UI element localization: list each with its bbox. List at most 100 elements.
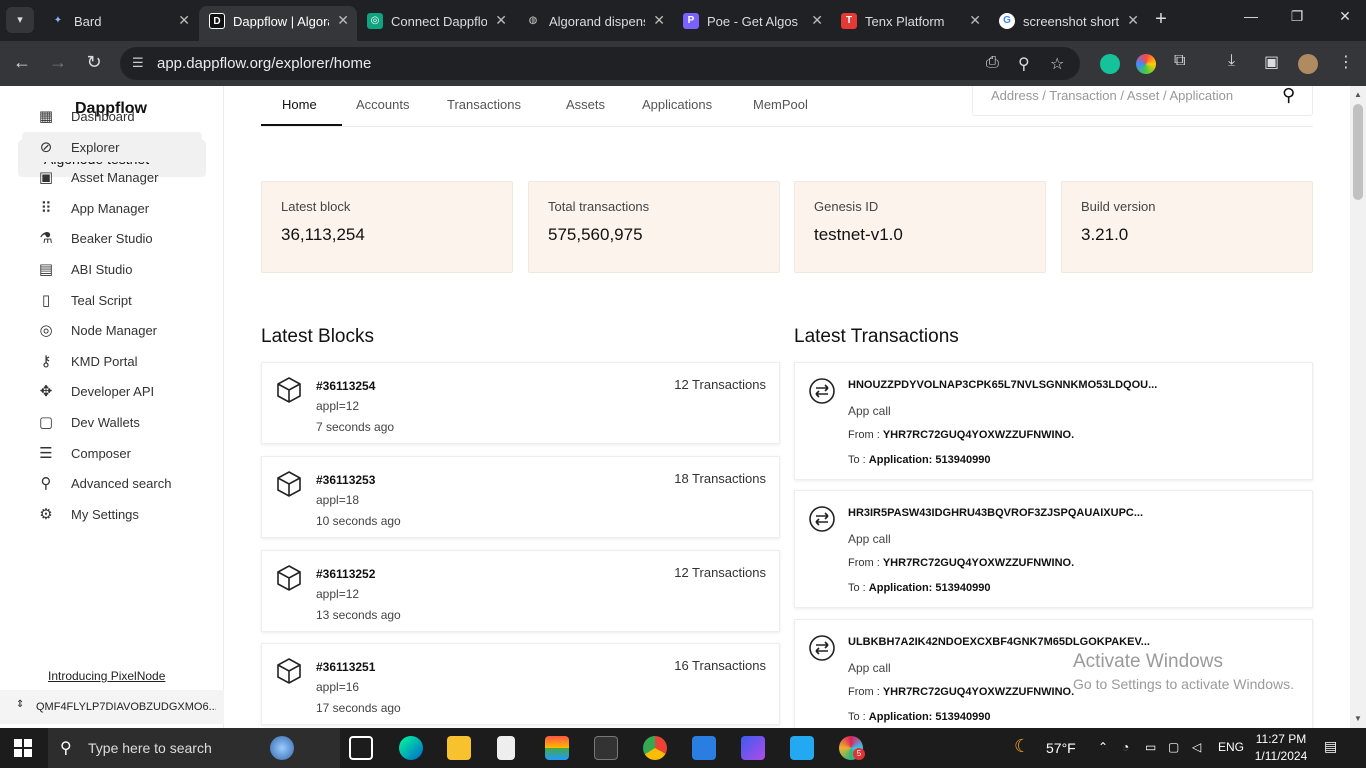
close-icon[interactable]: ✕	[811, 12, 823, 29]
sidebar-item-explorer[interactable]: ⊘ Explorer	[22, 132, 202, 162]
tab-home[interactable]: Home	[282, 97, 317, 112]
block-number[interactable]: #36113253	[316, 473, 375, 487]
transaction-id[interactable]: ULBKBH7A2IK42NDOEXCXBF4GNK7M65DLGOKPAKEV…	[848, 636, 1160, 648]
forward-button[interactable]: →	[46, 52, 70, 73]
back-button[interactable]: ←	[10, 52, 34, 73]
reload-button[interactable]: ↻	[82, 52, 106, 73]
edge-icon[interactable]	[399, 736, 423, 760]
minimize-button[interactable]: —	[1236, 8, 1266, 24]
chevron-up-icon[interactable]: ⌃	[1098, 740, 1108, 754]
zoom-icon[interactable]: ⚲	[1018, 54, 1030, 74]
sidebar-item-advanced-search[interactable]: ⚲ Advanced search	[22, 468, 202, 498]
scroll-down-arrow-icon[interactable]: ▼	[1354, 714, 1362, 723]
introducing-pixelnode-link[interactable]: Introducing PixelNode	[48, 669, 165, 683]
chrome-icon[interactable]	[643, 736, 667, 760]
search-icon[interactable]: ⚲	[1282, 86, 1295, 106]
file-explorer-icon[interactable]	[447, 736, 471, 760]
sidebar-item-dev-wallets[interactable]: ▢ Dev Wallets	[22, 407, 202, 437]
copilot-icon[interactable]	[741, 736, 765, 760]
task-view-icon[interactable]	[349, 736, 373, 760]
browser-tab[interactable]: ✦ Bard ✕	[40, 6, 198, 41]
taskbar-clock[interactable]: 11:27 PM 1/11/2024	[1253, 731, 1309, 765]
mail-icon[interactable]	[692, 736, 716, 760]
transaction-id[interactable]: HR3IR5PASW43IDGHRU43BQVROF3ZJSPQAUAIXUPC…	[848, 507, 1160, 519]
to-application[interactable]: Application: 513940990	[869, 582, 991, 594]
browser-tab[interactable]: G screenshot shortcut ✕	[989, 6, 1147, 41]
profile-avatar[interactable]	[1298, 54, 1318, 74]
side-panel-icon[interactable]: ▣	[1264, 52, 1279, 72]
sidebar-item-my-settings[interactable]: ⚙ My Settings	[22, 499, 202, 529]
install-app-icon[interactable]: ⎙	[986, 54, 999, 72]
sidebar-item-composer[interactable]: ☰ Composer	[22, 438, 202, 468]
close-icon[interactable]: ✕	[1127, 12, 1139, 29]
block-card[interactable]: #36113254 appl=12 7 seconds ago 12 Transact…	[261, 362, 780, 444]
close-icon[interactable]: ✕	[653, 12, 665, 29]
color-extension-icon[interactable]	[1136, 54, 1156, 74]
transaction-id[interactable]: HNOUZZPDYVOLNAP3CPK65L7NVLSGNNKMO53LDQOU…	[848, 379, 1160, 391]
browser-tab[interactable]: ◍ Algorand dispenser ✕	[515, 6, 673, 41]
sidebar-item-abi-studio[interactable]: ▤ ABI Studio	[22, 254, 202, 284]
page-scrollbar[interactable]: ▲ ▼	[1350, 86, 1366, 728]
scroll-thumb[interactable]	[1353, 104, 1363, 200]
notifications-icon[interactable]: ▤	[1324, 738, 1337, 755]
windows-start-icon[interactable]	[14, 739, 32, 757]
block-number[interactable]: #36113251	[316, 660, 375, 674]
block-number[interactable]: #36113252	[316, 567, 375, 581]
block-card[interactable]: #36113252 appl=12 13 seconds ago 12 Transac…	[261, 550, 780, 632]
connected-account[interactable]: ⇕ QMF4FLYLP7DIAVOBZUDGXMO6...	[0, 690, 224, 724]
address-bar[interactable]: ☰ app.dappflow.org/explorer/home ⎙ ⚲ ☆	[120, 47, 1080, 80]
window-close-button[interactable]: ✕	[1330, 8, 1360, 25]
network-icon[interactable]: ◔	[1122, 740, 1129, 754]
scroll-up-arrow-icon[interactable]: ▲	[1354, 90, 1362, 99]
tab-assets[interactable]: Assets	[566, 97, 605, 112]
sidebar-item-developer-api[interactable]: ✥ Developer API	[22, 376, 202, 406]
sidebar-item-teal-script[interactable]: ▯ Teal Script	[22, 285, 202, 315]
sidebar-item-beaker-studio[interactable]: ⚗ Beaker Studio	[22, 223, 202, 253]
to-application[interactable]: Application: 513940990	[869, 711, 991, 723]
from-address[interactable]: YHR7RC72GUQ4YOXWZZUFNWINO...	[883, 557, 1074, 569]
transaction-card[interactable]: HR3IR5PASW43IDGHRU43BQVROF3ZJSPQAUAIXUPC…	[794, 490, 1313, 608]
volume-icon[interactable]: ◁	[1192, 740, 1201, 754]
site-info-icon[interactable]: ☰	[132, 55, 144, 71]
block-card[interactable]: #36113251 appl=16 17 seconds ago 16 Transac…	[261, 643, 780, 725]
weather-temperature[interactable]: 57°F	[1046, 740, 1076, 756]
block-card[interactable]: #36113253 appl=18 10 seconds ago 18 Transac…	[261, 456, 780, 538]
close-icon[interactable]: ✕	[969, 12, 981, 29]
sidebar-item-dashboard[interactable]: ▦ Dashboard	[22, 101, 202, 131]
from-address[interactable]: YHR7RC72GUQ4YOXWZZUFNWINO...	[883, 429, 1074, 441]
close-icon[interactable]: ✕	[178, 12, 190, 29]
stat-value[interactable]: 36,113,254	[281, 225, 365, 245]
weather-moon-icon[interactable]: ☾	[1014, 736, 1030, 757]
taskbar-search-box[interactable]: ⚲ Type here to search	[48, 728, 340, 768]
store-icon[interactable]	[545, 736, 569, 760]
url-text[interactable]: app.dappflow.org/explorer/home	[157, 55, 371, 72]
browser-tab[interactable]: ◎ Connect Dappflow ✕	[357, 6, 515, 41]
sidebar-item-app-manager[interactable]: ⠿ App Manager	[22, 193, 202, 223]
transaction-card[interactable]: HNOUZZPDYVOLNAP3CPK65L7NVLSGNNKMO53LDQOU…	[794, 362, 1313, 480]
browser-tab[interactable]: P Poe - Get Algos ✕	[673, 6, 831, 41]
block-number[interactable]: #36113254	[316, 379, 375, 393]
sidebar-item-node-manager[interactable]: ◎ Node Manager	[22, 315, 202, 345]
to-application[interactable]: Application: 513940990	[869, 454, 991, 466]
vscode-icon[interactable]	[790, 736, 814, 760]
close-icon[interactable]: ✕	[337, 12, 349, 29]
tab-search-menu[interactable]: ▾	[6, 7, 34, 33]
tab-accounts[interactable]: Accounts	[356, 97, 409, 112]
tab-transactions[interactable]: Transactions	[447, 97, 521, 112]
chrome-menu-icon[interactable]: ⋮	[1338, 52, 1354, 72]
browser-tab-active[interactable]: D Dappflow | Algorand Explorer ✕	[199, 6, 357, 41]
slack-icon[interactable]: 5	[839, 736, 865, 760]
tab-applications[interactable]: Applications	[642, 97, 712, 112]
restore-button[interactable]: ❐	[1282, 8, 1312, 25]
notepad-icon[interactable]	[497, 736, 515, 760]
display-icon[interactable]: ▢	[1168, 740, 1179, 754]
battery-icon[interactable]: ▭	[1145, 740, 1156, 754]
grammarly-extension-icon[interactable]	[1100, 54, 1120, 74]
explorer-search-input[interactable]: Address / Transaction / Asset / Applicat…	[972, 86, 1313, 116]
sidebar-item-asset-manager[interactable]: ▣ Asset Manager	[22, 162, 202, 192]
browser-tab[interactable]: T Tenx Platform ✕	[831, 6, 989, 41]
terminal-icon[interactable]	[594, 736, 618, 760]
close-icon[interactable]: ✕	[495, 12, 507, 29]
from-address[interactable]: YHR7RC72GUQ4YOXWZZUFNWINO...	[883, 686, 1074, 698]
download-icon[interactable]: ⤓	[1228, 52, 1235, 70]
